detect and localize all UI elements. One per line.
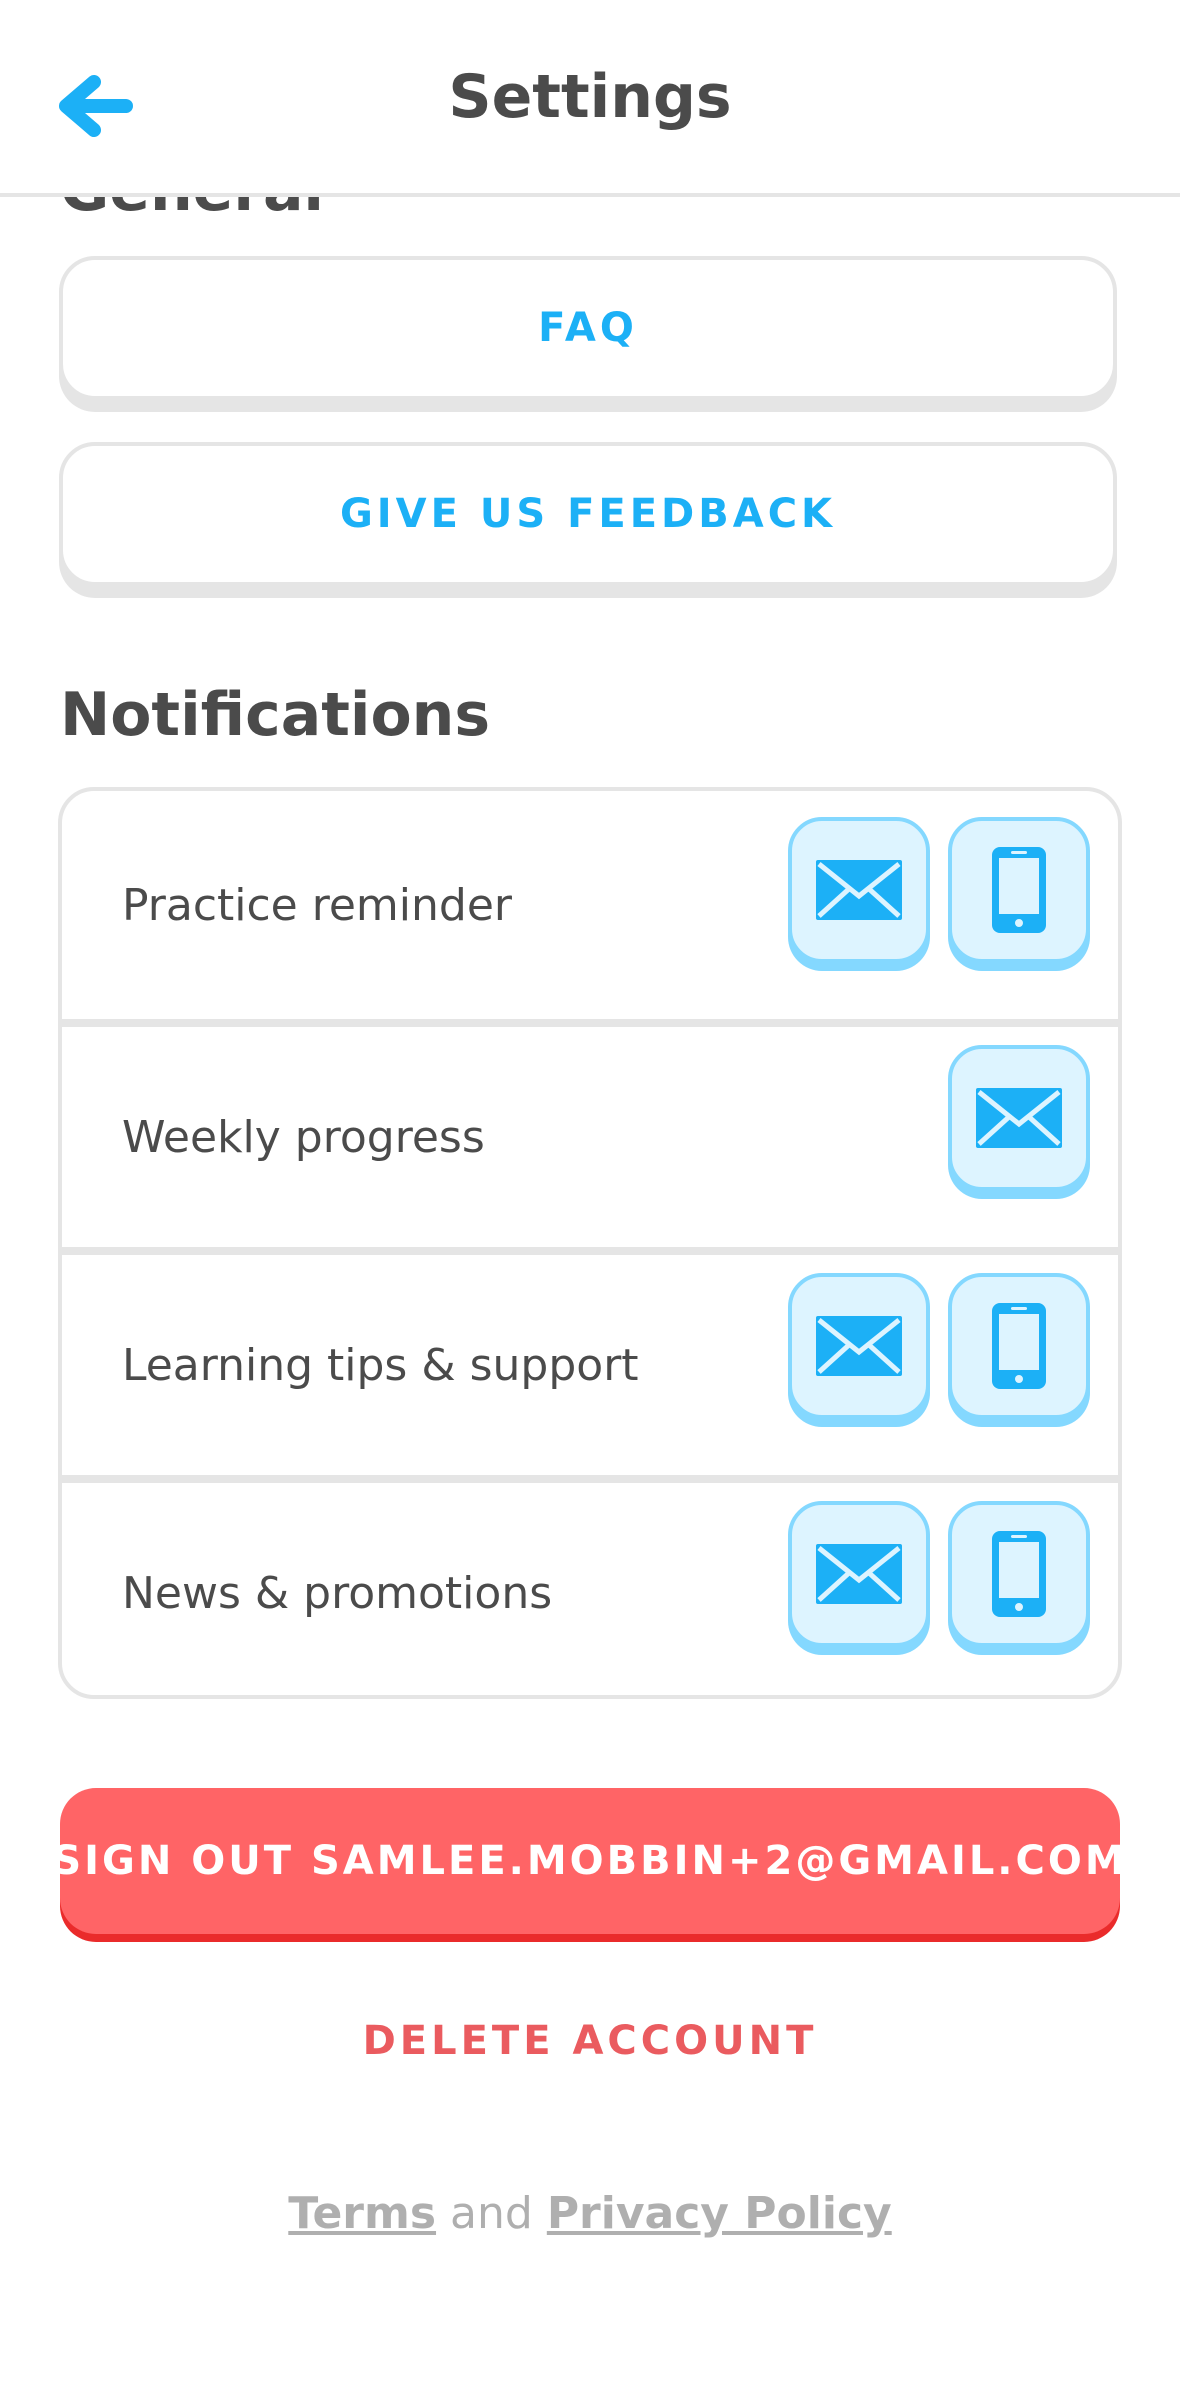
terms-link[interactable]: Terms xyxy=(288,2188,436,2239)
notification-label: Practice reminder xyxy=(122,879,512,931)
email-toggle-button[interactable] xyxy=(788,1501,930,1647)
delete-account-button[interactable]: DELETE ACCOUNT xyxy=(0,2018,1180,2064)
mail-icon xyxy=(816,1544,902,1604)
notification-row-practice-reminder: Practice reminder xyxy=(62,791,1118,1019)
notifications-card: Practice reminder Weekly progress Learni… xyxy=(58,787,1122,1699)
section-title-notifications: Notifications xyxy=(60,680,491,750)
faq-button[interactable]: FAQ xyxy=(59,256,1117,400)
legal-and-text: and xyxy=(450,2188,533,2239)
email-toggle-button[interactable] xyxy=(948,1045,1090,1191)
notification-label: News & promotions xyxy=(122,1567,553,1619)
privacy-policy-link[interactable]: Privacy Policy xyxy=(547,2188,892,2239)
phone-icon xyxy=(992,847,1046,933)
notification-row-weekly-progress: Weekly progress xyxy=(62,1019,1118,1247)
sign-out-button[interactable]: SIGN OUT SAMLEE.MOBBIN+2@GMAIL.COM xyxy=(52,1788,1125,1934)
push-toggle-button[interactable] xyxy=(948,1273,1090,1419)
page-title: Settings xyxy=(448,62,732,132)
notification-label: Weekly progress xyxy=(122,1111,485,1163)
notification-row-news-promotions: News & promotions xyxy=(62,1475,1118,1695)
mail-icon xyxy=(976,1088,1062,1148)
phone-icon xyxy=(992,1531,1046,1617)
legal-links: Terms and Privacy Policy xyxy=(0,2188,1180,2239)
notification-row-learning-tips: Learning tips & support xyxy=(62,1247,1118,1475)
push-toggle-button[interactable] xyxy=(948,1501,1090,1647)
give-feedback-button[interactable]: GIVE US FEEDBACK xyxy=(59,442,1117,586)
push-toggle-button[interactable] xyxy=(948,817,1090,963)
top-bar: Settings xyxy=(0,0,1180,197)
mail-icon xyxy=(816,860,902,920)
email-toggle-button[interactable] xyxy=(788,817,930,963)
notification-label: Learning tips & support xyxy=(122,1339,639,1391)
phone-icon xyxy=(992,1303,1046,1389)
email-toggle-button[interactable] xyxy=(788,1273,930,1419)
mail-icon xyxy=(816,1316,902,1376)
